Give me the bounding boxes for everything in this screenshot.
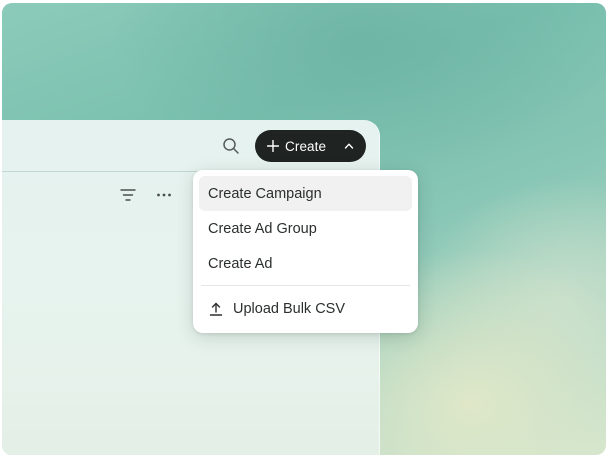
create-button-label: Create	[285, 138, 327, 154]
more-horizontal-icon[interactable]	[156, 192, 172, 198]
search-icon[interactable]	[222, 137, 240, 155]
create-button[interactable]: Create	[255, 130, 366, 162]
menu-item-create-ad[interactable]: Create Ad	[199, 246, 412, 281]
menu-item-label: Create Ad Group	[208, 220, 317, 237]
create-dropdown-menu: Create Campaign Create Ad Group Create A…	[193, 170, 418, 333]
menu-item-upload-bulk-csv[interactable]: Upload Bulk CSV	[199, 290, 412, 328]
panel-header: Create	[2, 120, 379, 172]
menu-divider	[201, 285, 410, 286]
menu-item-create-ad-group[interactable]: Create Ad Group	[199, 211, 412, 246]
menu-item-create-campaign[interactable]: Create Campaign	[199, 176, 412, 211]
chevron-up-icon[interactable]	[344, 141, 354, 151]
menu-item-label: Create Campaign	[208, 185, 322, 202]
filter-icon[interactable]	[120, 188, 136, 202]
plus-icon	[267, 140, 279, 152]
create-main-action[interactable]: Create	[255, 139, 326, 154]
desktop-background: Create Create Campaign Create Ad Group C…	[2, 3, 606, 455]
menu-item-label: Create Ad	[208, 255, 273, 272]
menu-item-label: Upload Bulk CSV	[233, 301, 346, 317]
upload-icon	[209, 302, 223, 316]
